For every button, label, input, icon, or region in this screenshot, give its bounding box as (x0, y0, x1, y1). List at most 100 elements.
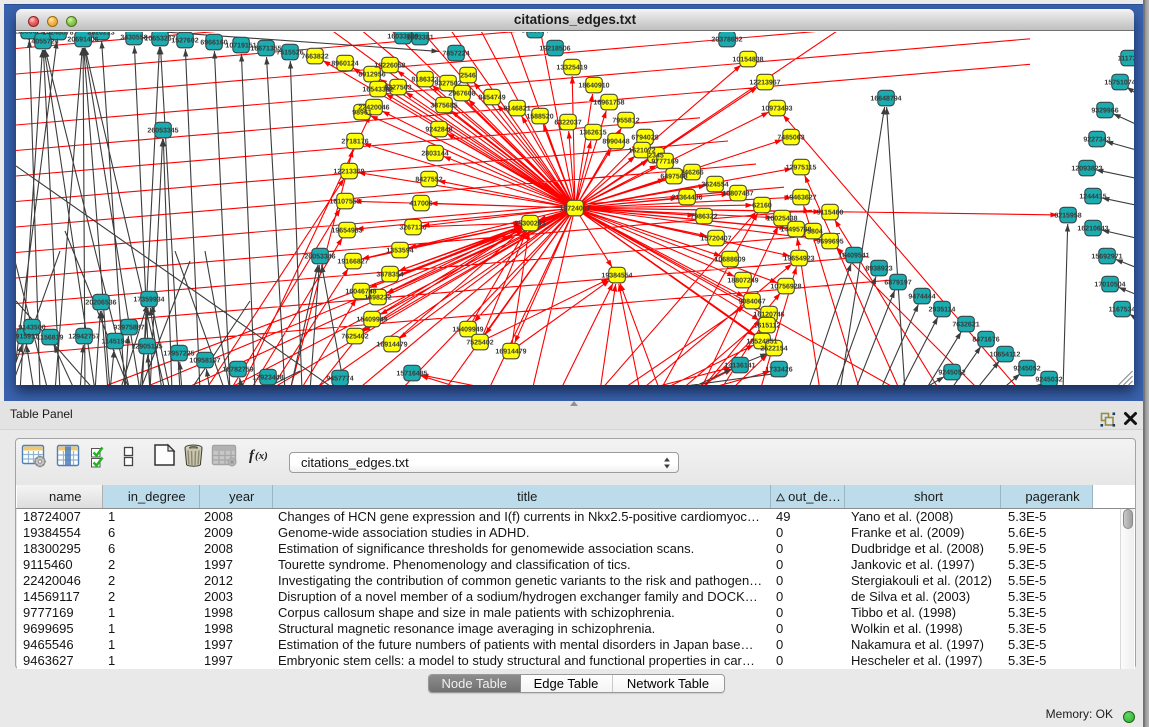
svg-text:9777169: 9777169 (651, 159, 678, 166)
svg-text:16782759: 16782759 (222, 367, 253, 374)
svg-text:62160: 62160 (752, 203, 772, 210)
svg-text:9457774: 9457774 (326, 376, 353, 383)
svg-text:9245052: 9245052 (1013, 366, 1040, 373)
svg-text:8990448: 8990448 (602, 139, 629, 146)
svg-text:9329966: 9329966 (1091, 108, 1118, 115)
svg-text:746266: 746266 (680, 170, 703, 177)
svg-text:15409949: 15409949 (356, 317, 387, 324)
svg-text:17359934: 17359934 (133, 297, 164, 304)
svg-text:8912956: 8912956 (358, 72, 385, 79)
svg-text:7955812: 7955812 (612, 118, 639, 125)
svg-text:3915911: 3915911 (16, 334, 39, 341)
svg-text:25300203: 25300203 (514, 221, 545, 228)
svg-text:14136141: 14136141 (724, 363, 755, 370)
svg-text:1145194: 1145194 (102, 339, 129, 346)
svg-text:(x): (x) (255, 450, 268, 462)
svg-text:10973493: 10973493 (761, 106, 792, 113)
svg-text:2546: 2546 (460, 73, 476, 80)
svg-text:9146821: 9146821 (503, 106, 530, 113)
svg-text:7986322: 7986322 (690, 214, 717, 221)
svg-text:10025438: 10025438 (766, 216, 797, 223)
svg-text:18807249: 18807249 (727, 278, 758, 285)
svg-text:19384554: 19384554 (601, 273, 632, 280)
svg-text:1527602: 1527602 (171, 38, 198, 45)
svg-text:417006: 417006 (409, 201, 432, 208)
svg-text:1733426: 1733426 (765, 367, 792, 374)
svg-text:111738: 111738 (1118, 56, 1134, 63)
svg-text:9245052: 9245052 (938, 370, 965, 377)
svg-text:20691406: 20691406 (67, 37, 98, 44)
svg-text:17957225: 17957225 (163, 351, 194, 358)
svg-text:93975887: 93975887 (113, 325, 144, 332)
svg-text:9242848: 9242848 (425, 127, 452, 134)
svg-text:19166827: 19166827 (337, 259, 368, 266)
svg-text:16409541: 16409541 (838, 253, 869, 260)
svg-text:1167534: 1167534 (1109, 307, 1134, 314)
svg-text:8454749: 8454749 (478, 95, 505, 102)
svg-text:19463627: 19463627 (785, 195, 816, 202)
svg-text:12942757: 12942757 (68, 334, 99, 341)
svg-text:10154838: 10154838 (732, 57, 763, 64)
svg-text:6966160: 6966160 (200, 40, 227, 47)
svg-text:10654112: 10654112 (990, 352, 1021, 359)
svg-text:9245032: 9245032 (1035, 377, 1062, 384)
svg-text:8427552: 8427552 (415, 177, 442, 184)
svg-text:15720407: 15720407 (700, 236, 731, 243)
svg-text:1615112: 1615112 (754, 323, 781, 330)
svg-text:12093823: 12093823 (1071, 166, 1102, 173)
svg-text:18640910: 18640910 (578, 83, 609, 90)
svg-text:10958107: 10958107 (189, 358, 220, 365)
svg-text:2803144: 2803144 (421, 151, 448, 158)
svg-text:2620223: 2620223 (87, 32, 114, 37)
svg-text:75804: 75804 (803, 229, 823, 236)
svg-text:12975115: 12975115 (786, 165, 817, 172)
svg-text:12923448: 12923448 (252, 375, 283, 382)
svg-text:16543382: 16543382 (362, 87, 393, 94)
svg-text:15692971: 15692971 (1091, 254, 1122, 261)
svg-text:15716485: 15716485 (396, 371, 427, 378)
svg-text:10807487: 10807487 (722, 191, 753, 198)
svg-text:26053346: 26053346 (304, 254, 335, 261)
svg-text:12213967: 12213967 (749, 80, 780, 87)
svg-text:1353594: 1353594 (386, 248, 413, 255)
svg-text:3624554: 3624554 (701, 182, 728, 189)
svg-text:8813054: 8813054 (521, 32, 548, 35)
svg-text:15751074: 15751074 (1104, 80, 1134, 87)
svg-text:3875685: 3875685 (430, 103, 457, 110)
svg-text:19654983: 19654983 (331, 228, 362, 235)
svg-text:16107553: 16107553 (329, 199, 360, 206)
svg-text:16914479: 16914479 (495, 349, 526, 356)
svg-text:19654923: 19654923 (783, 256, 814, 263)
svg-text:7632621: 7632621 (952, 322, 979, 329)
svg-text:7485063: 7485063 (777, 135, 804, 142)
svg-text:7663822: 7663822 (301, 54, 328, 61)
svg-text:10756928: 10756928 (770, 284, 801, 291)
svg-text:1156819: 1156819 (37, 335, 64, 342)
svg-text:2935114: 2935114 (929, 307, 956, 314)
svg-text:2718176: 2718176 (341, 139, 368, 146)
svg-text:9474444: 9474444 (908, 294, 935, 301)
svg-text:7857224: 7857224 (442, 51, 469, 58)
svg-text:8215958: 8215958 (1054, 213, 1081, 220)
svg-text:3267130: 3267130 (399, 225, 426, 232)
svg-text:6794028: 6794028 (631, 135, 658, 142)
svg-text:1603381: 1603381 (406, 35, 433, 42)
svg-text:3878354: 3878354 (376, 272, 403, 279)
svg-text:7625402: 7625402 (341, 334, 368, 341)
svg-text:11866024: 11866024 (16, 32, 44, 36)
svg-text:6322037: 6322037 (554, 120, 581, 127)
svg-text:21364436: 21364436 (671, 195, 702, 202)
svg-text:10688609: 10688609 (714, 257, 745, 264)
svg-text:2967608: 2967608 (448, 91, 475, 98)
svg-text:1244415: 1244415 (1079, 194, 1106, 201)
svg-text:16648794: 16648794 (870, 96, 901, 103)
svg-text:16961758: 16961758 (593, 100, 624, 107)
svg-text:16914479: 16914479 (376, 342, 407, 349)
svg-text:26053345: 26053345 (147, 128, 178, 135)
svg-text:12905135: 12905135 (131, 344, 162, 351)
svg-text:17010504: 17010504 (1094, 282, 1125, 289)
svg-text:20206536: 20206536 (85, 300, 116, 307)
svg-text:9115460: 9115460 (817, 210, 844, 217)
svg-text:2522154: 2522154 (760, 346, 787, 353)
svg-text:8938923: 8938923 (865, 266, 892, 273)
